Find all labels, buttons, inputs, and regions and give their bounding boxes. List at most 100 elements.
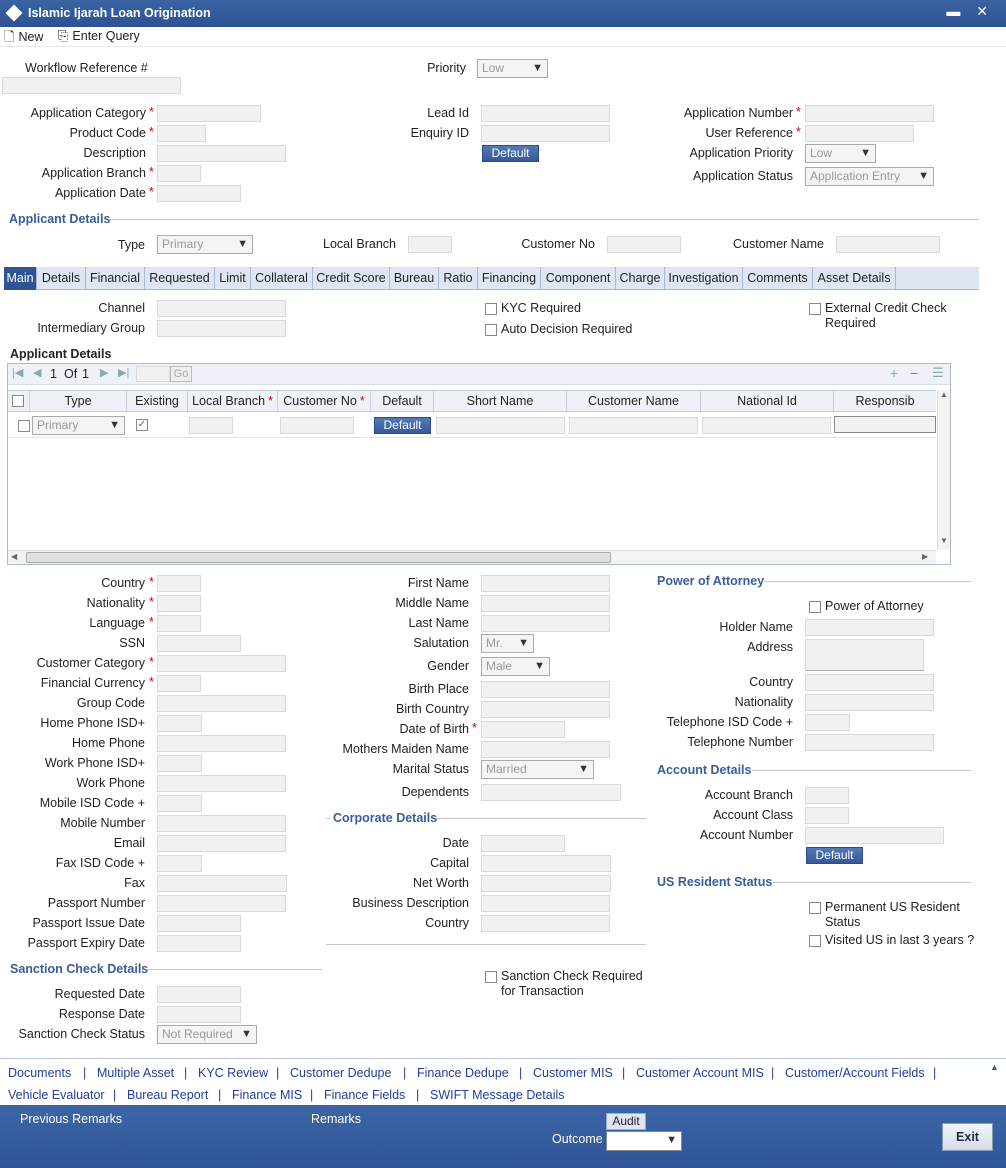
window-controls[interactable]: ▬ ✕ [946,3,994,20]
horizontal-scrollbar[interactable]: ◀ ▶ [8,550,936,564]
list-view-icon[interactable]: ☰ [932,366,944,380]
new-button[interactable]: 🗋 New [4,28,43,50]
application-branch-input[interactable] [157,165,201,182]
link-multiple-asset[interactable]: Multiple Asset [97,1066,174,1080]
application-date-input[interactable] [157,185,241,202]
lead-id-input[interactable] [481,105,610,122]
field-input[interactable] [157,695,286,712]
birth-country-input[interactable] [481,701,610,718]
channel-input[interactable] [157,300,286,317]
field-input[interactable] [157,655,286,672]
scroll-up-icon[interactable]: ▲ [940,390,948,399]
corp-date-input[interactable] [481,835,565,852]
address-input[interactable] [805,639,924,671]
birth-place-input[interactable] [481,681,610,698]
link-documents[interactable]: Documents [8,1066,71,1080]
enter-query-button[interactable]: ⎘ Enter Query [58,28,140,44]
prev-page-icon[interactable]: ◀ [33,366,41,379]
tab-collateral[interactable]: Collateral [251,267,313,290]
external-credit-checkbox[interactable] [809,303,821,315]
row-short-name-input[interactable] [436,417,565,434]
link-finance-dedupe[interactable]: Finance Dedupe [417,1066,509,1080]
product-code-input[interactable] [157,125,206,142]
middle-name-input[interactable] [481,595,610,612]
field-input[interactable] [157,835,286,852]
link-customer-mis[interactable]: Customer MIS [533,1066,613,1080]
field-input[interactable] [157,575,201,592]
link-finance-fields[interactable]: Finance Fields [324,1088,405,1102]
add-row-icon[interactable]: + [890,366,898,380]
local-branch-input[interactable] [408,236,452,253]
link-swift-message-details[interactable]: SWIFT Message Details [430,1088,565,1102]
link-kyc-review[interactable]: KYC Review [198,1066,268,1080]
customer-no-input[interactable] [607,236,681,253]
priority-select[interactable]: Low ▼ [477,59,548,78]
vertical-scrollbar[interactable]: ▲ ▼ [937,390,950,550]
tab-financial[interactable]: Financial [86,267,145,290]
poa-country-input[interactable] [805,674,934,691]
row-responsible-input[interactable] [834,416,936,433]
default-button[interactable]: Default [482,145,539,162]
link-bureau-report[interactable]: Bureau Report [127,1088,208,1102]
corp-country-input[interactable] [481,915,610,932]
row-type-select[interactable]: Primary ▼ [32,416,125,435]
account-class-input[interactable] [805,807,849,824]
kyc-required-checkbox[interactable] [485,303,497,315]
row-default-button[interactable]: Default [374,417,431,434]
tab-details[interactable]: Details [37,267,86,290]
net-worth-input[interactable] [481,875,611,892]
salutation-select[interactable]: Mr. ▼ [481,634,534,653]
field-input[interactable] [157,755,202,772]
field-input[interactable] [157,855,202,872]
previous-remarks-link[interactable]: Previous Remarks [20,1112,122,1126]
requested-date-input[interactable] [157,986,241,1003]
scroll-down-icon[interactable]: ▼ [940,536,948,545]
holder-name-input[interactable] [805,619,934,636]
account-default-button[interactable]: Default [806,847,863,864]
tab-asset-details[interactable]: Asset Details [813,267,896,290]
poa-checkbox[interactable] [809,601,821,613]
account-number-input[interactable] [805,827,944,844]
audit-button[interactable]: Audit [606,1113,646,1130]
field-input[interactable] [157,895,286,912]
response-date-input[interactable] [157,1006,241,1023]
marital-status-select[interactable]: Married ▼ [481,760,594,779]
field-input[interactable] [157,795,202,812]
field-input[interactable] [157,595,201,612]
link-finance-mis[interactable]: Finance MIS [232,1088,302,1102]
tab-ratio[interactable]: Ratio [439,267,478,290]
field-input[interactable] [157,615,201,632]
row-national-id-input[interactable] [702,417,831,434]
application-priority-select[interactable]: Low ▼ [805,144,876,163]
tab-comments[interactable]: Comments [743,267,813,290]
visited-us-checkbox[interactable] [809,935,821,947]
row-local-branch-input[interactable] [189,417,233,434]
sanction-required-checkbox[interactable] [485,971,497,983]
customer-name-input[interactable] [836,236,940,253]
row-customer-name-input[interactable] [569,417,698,434]
field-input[interactable] [157,915,241,932]
exit-button[interactable]: Exit [942,1123,993,1151]
description-input[interactable] [157,145,286,162]
tab-limit[interactable]: Limit [215,267,251,290]
application-category-input[interactable] [157,105,261,122]
tab-component[interactable]: Component [541,267,616,290]
delete-row-icon[interactable]: − [910,366,918,380]
link-customer-account-mis[interactable]: Customer Account MIS [636,1066,764,1080]
tab-charge[interactable]: Charge [616,267,665,290]
tel-number-input[interactable] [805,734,934,751]
poa-nationality-input[interactable] [805,694,934,711]
field-input[interactable] [157,635,241,652]
field-input[interactable] [157,875,287,892]
scroll-up-icon[interactable]: ▲ [990,1062,999,1072]
link-vehicle-evaluator[interactable]: Vehicle Evaluator [8,1088,105,1102]
mothers-maiden-input[interactable] [481,741,610,758]
select-all-checkbox[interactable] [12,395,24,407]
permanent-resident-checkbox[interactable] [809,902,821,914]
link-customer-dedupe[interactable]: Customer Dedupe [290,1066,391,1080]
capital-input[interactable] [481,855,611,872]
applicant-type-select[interactable]: Primary ▼ [157,235,253,254]
dob-input[interactable] [481,721,565,738]
tab-requested[interactable]: Requested [145,267,215,290]
tel-isd-input[interactable] [805,714,850,731]
